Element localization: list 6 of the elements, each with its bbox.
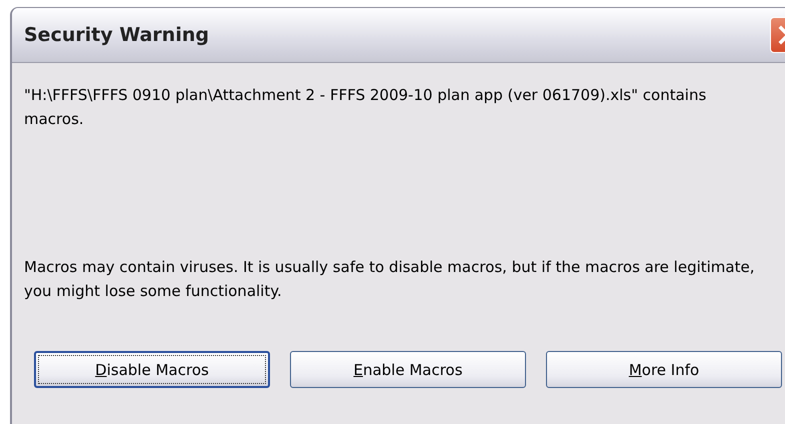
warning-text: Macros may contain viruses. It is usually safe to disable macros, but if the macros are legitimate, you might lose some functionality. xyxy=(24,257,756,302)
message-text: "H:\FFFS\FFFS 0910 plan\Attachment 2 - FFFS 2009-10 plan app (ver 061709).xls" contains macros. xyxy=(24,85,708,130)
window-title: Security Warning xyxy=(24,22,209,48)
dialog-button[interactable]: Disable Macros xyxy=(34,351,270,388)
dialog-button[interactable]: Enable Macros xyxy=(290,351,526,388)
dialog-button[interactable]: More Info xyxy=(546,351,782,388)
